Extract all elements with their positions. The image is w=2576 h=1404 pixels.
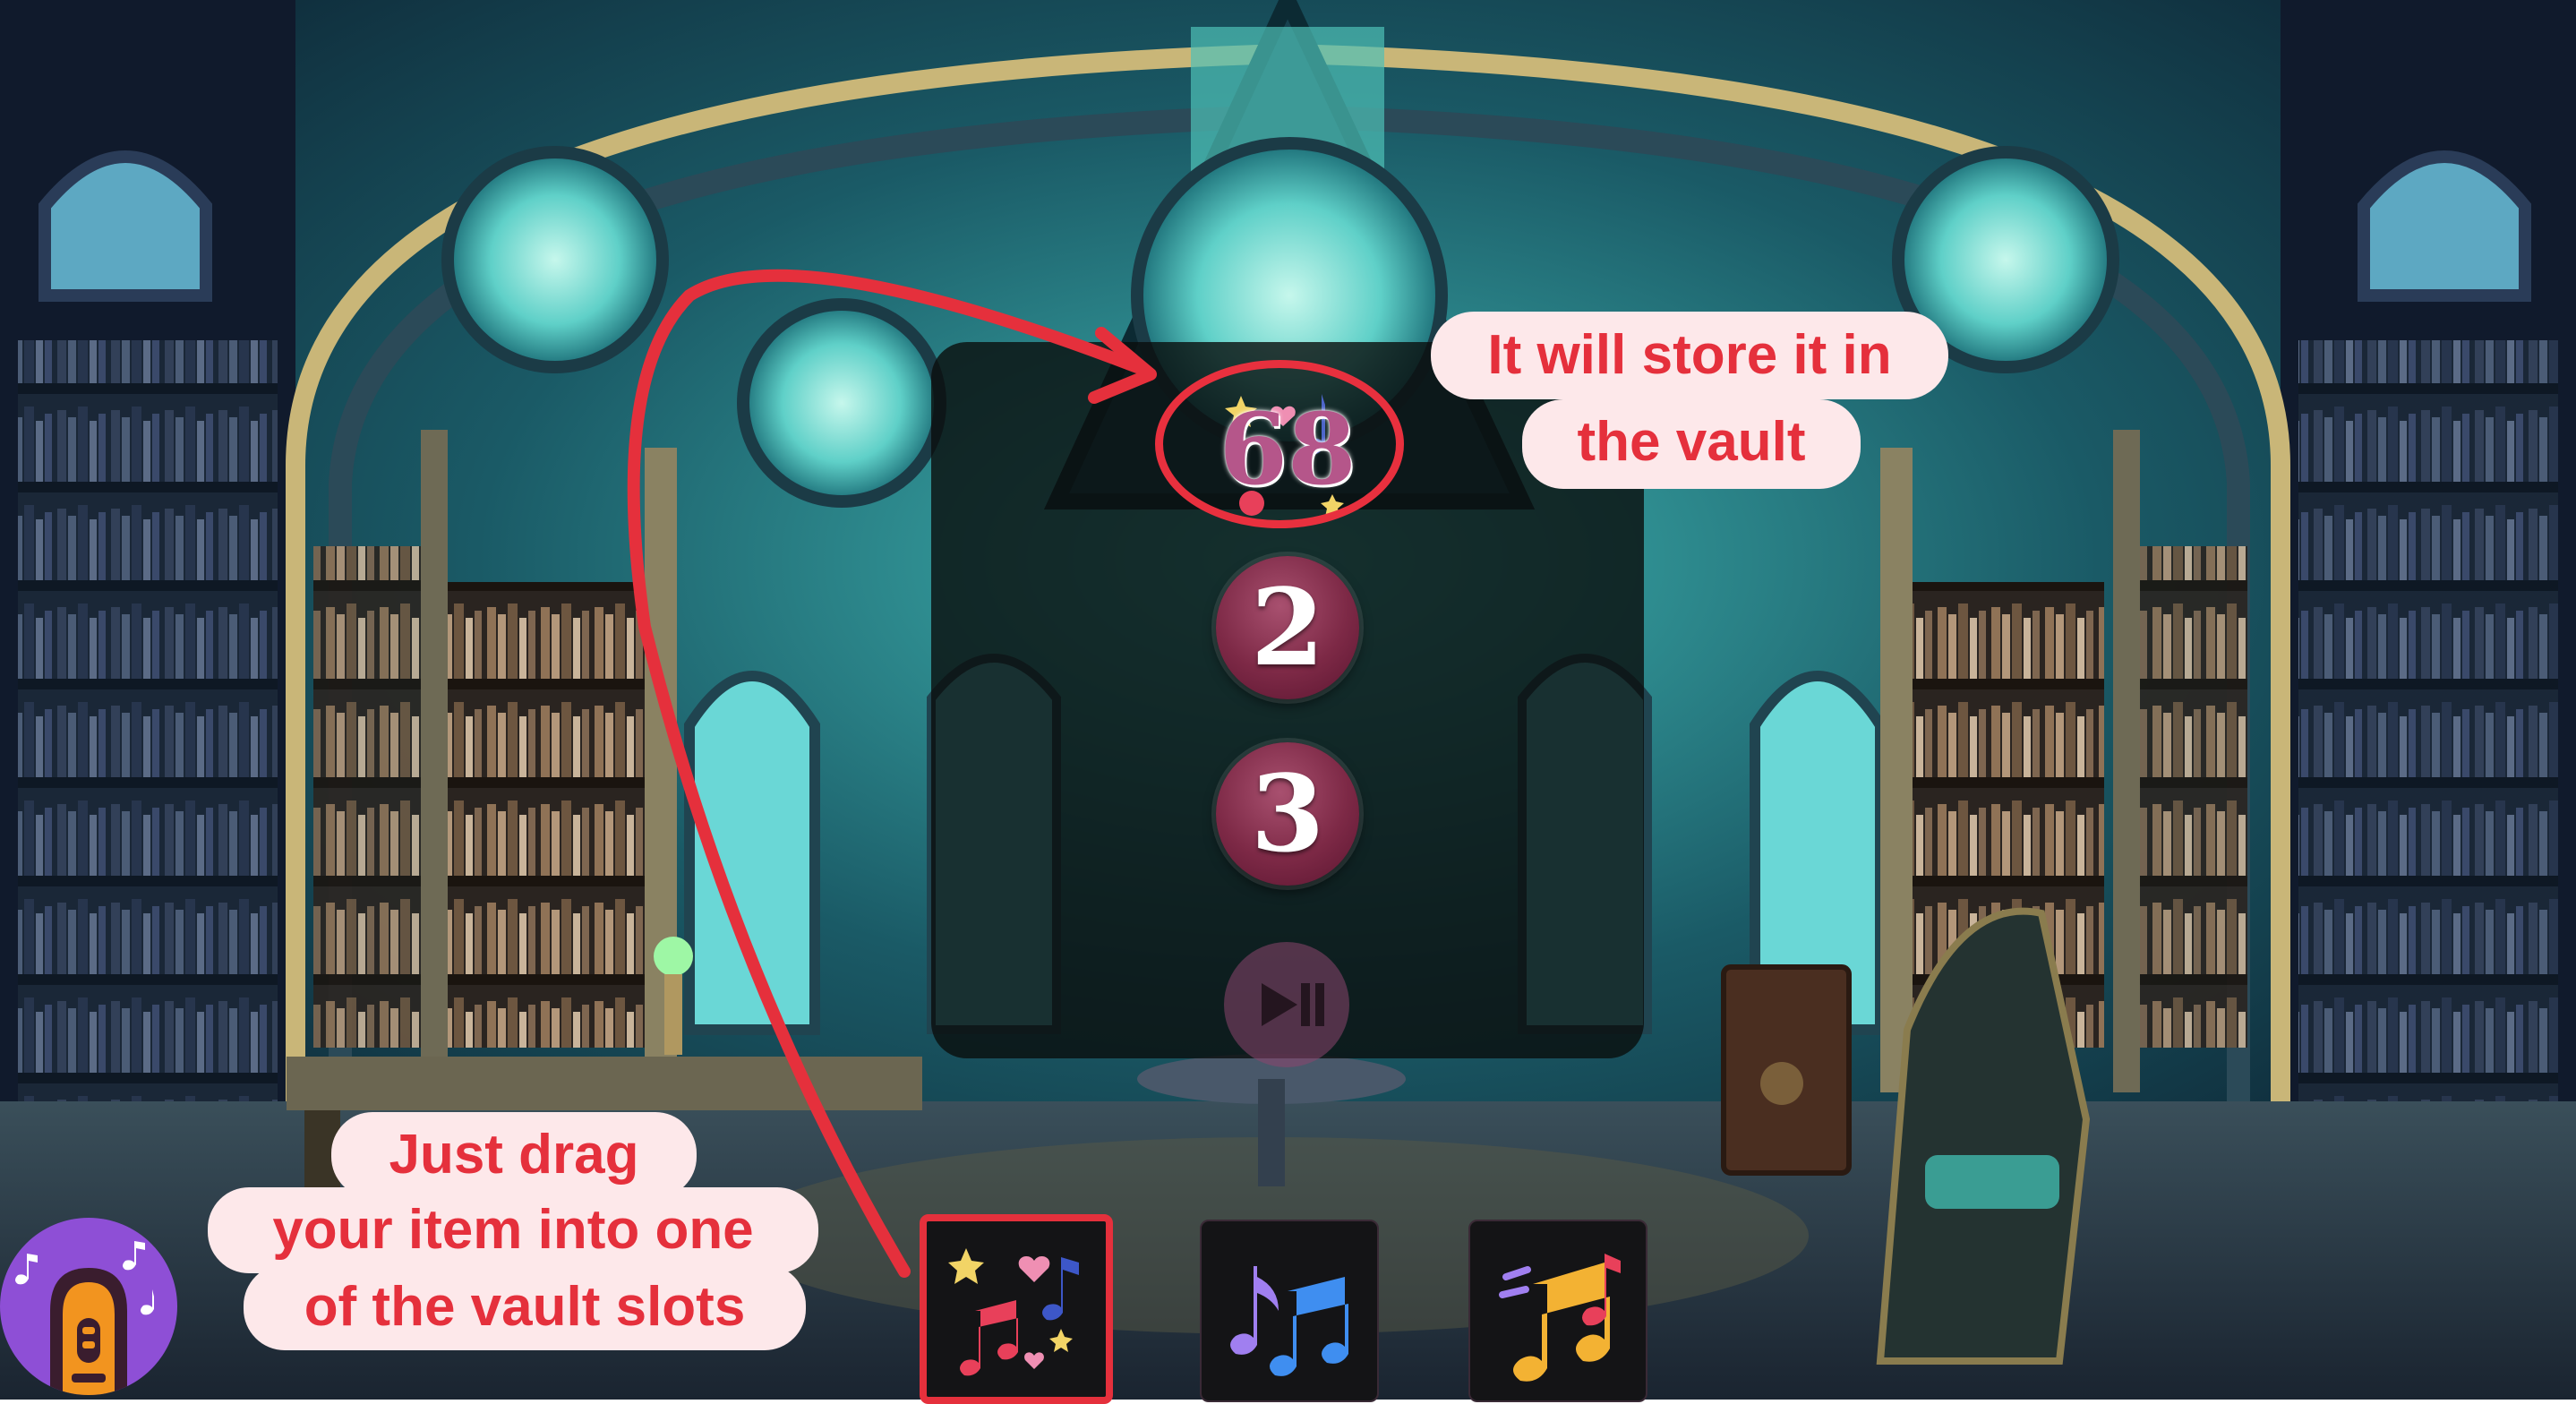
inventory-slot-1[interactable] — [920, 1214, 1113, 1404]
inventory-slot-3[interactable] — [1468, 1220, 1647, 1402]
callout-store-line-1: It will store it in — [1431, 312, 1948, 399]
callout-drag-line-3: of the vault slots — [244, 1264, 806, 1350]
blue-purple-music-notes-icon — [1230, 1266, 1348, 1376]
inventory-slot-2[interactable] — [1200, 1220, 1379, 1402]
jukebox-button[interactable] — [0, 1218, 177, 1395]
callout-drag-line-2: your item into one — [208, 1187, 818, 1273]
callout-store-line-2: the vault — [1522, 399, 1861, 489]
flying-music-note-icon — [1499, 1254, 1621, 1382]
jukebox-icon — [15, 1241, 154, 1395]
callout-drag-line-1: Just drag — [331, 1112, 697, 1198]
sparkly-music-notes-icon — [948, 1248, 1079, 1376]
